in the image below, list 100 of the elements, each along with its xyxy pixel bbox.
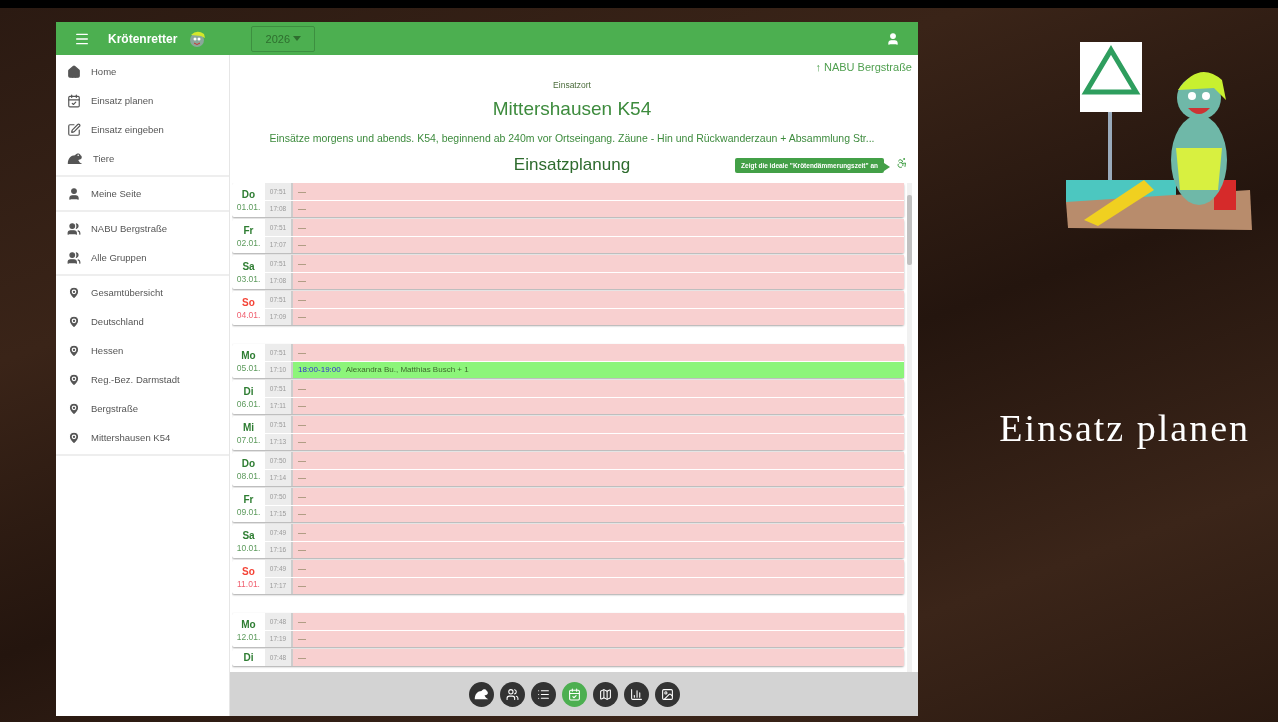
- edit-icon: [67, 122, 81, 137]
- user-icon: [67, 186, 81, 201]
- location-title: Mittershausen K54: [491, 98, 653, 120]
- nav-button[interactable]: [530, 681, 556, 707]
- empty-slot[interactable]: —: [293, 397, 904, 414]
- sidebar-item[interactable]: Deutschland: [56, 307, 229, 336]
- date: 01.01.: [236, 200, 261, 213]
- map-icon: [598, 687, 612, 701]
- date: 08.01.: [236, 469, 261, 482]
- app-title: Krötenretter: [108, 31, 178, 46]
- empty-slot[interactable]: —: [293, 469, 904, 486]
- map-pin-icon: [67, 372, 81, 387]
- date: 07.01.: [236, 433, 261, 446]
- dusk-time-button[interactable]: [896, 157, 908, 169]
- sidebar-item[interactable]: Tiere: [56, 144, 229, 173]
- sidebar-item[interactable]: Einsatz planen: [56, 86, 229, 115]
- empty-slot[interactable]: —: [293, 649, 904, 666]
- frog-icon: [67, 152, 83, 165]
- weekday: So: [242, 295, 255, 309]
- weekday: Do: [241, 187, 256, 201]
- weekday: Fr: [243, 223, 254, 237]
- frog-icon: [473, 688, 489, 700]
- nav-button[interactable]: [654, 681, 680, 707]
- empty-slot[interactable]: —: [293, 577, 904, 594]
- sidebar-item[interactable]: Home: [56, 57, 229, 86]
- map-pin-icon: [67, 343, 81, 358]
- sidebar-item[interactable]: Alle Gruppen: [56, 243, 229, 272]
- sidebar-item[interactable]: NABU Bergstraße: [56, 214, 229, 243]
- empty-slot[interactable]: —: [293, 236, 904, 253]
- empty-slot[interactable]: —: [293, 272, 904, 289]
- sidebar-item[interactable]: Gesamtübersicht: [56, 278, 229, 307]
- home-icon: [67, 64, 81, 79]
- weekday: Fr: [243, 492, 254, 506]
- weekday: Mi: [242, 420, 255, 434]
- empty-slot[interactable]: —: [293, 630, 904, 647]
- nav-button[interactable]: [623, 681, 649, 707]
- tooltip-arrow-icon: [884, 163, 890, 171]
- empty-slot[interactable]: —: [293, 291, 904, 308]
- year-select[interactable]: 2026: [251, 25, 316, 52]
- nav-button[interactable]: [499, 681, 525, 707]
- section-title: Einsatzplanung: [513, 155, 631, 176]
- sidebar-item[interactable]: Einsatz eingeben: [56, 115, 229, 144]
- empty-slot[interactable]: —: [293, 613, 904, 630]
- people-icon: [505, 687, 519, 701]
- date: 06.01.: [236, 397, 261, 410]
- group-icon: [67, 250, 81, 265]
- empty-slot[interactable]: —: [293, 433, 904, 450]
- date: 12.01.: [236, 630, 261, 643]
- booked-slot[interactable]: 18:00-19:00 Alexandra Bu., Matthias Busch + 1: [293, 361, 904, 378]
- empty-slot[interactable]: —: [293, 219, 904, 236]
- empty-slot[interactable]: —: [293, 505, 904, 522]
- date: 09.01.: [236, 505, 261, 518]
- empty-slot[interactable]: —: [293, 524, 904, 541]
- map-pin-icon: [67, 401, 81, 416]
- empty-slot[interactable]: —: [293, 380, 904, 397]
- map-pin-icon: [67, 314, 81, 329]
- weekday: Mo: [241, 617, 256, 631]
- weekday: So: [242, 564, 255, 578]
- bar-chart-icon: [629, 687, 643, 701]
- weekday: Do: [241, 456, 256, 470]
- date: 03.01.: [236, 272, 261, 285]
- slide-caption: Einsatz planen: [999, 406, 1250, 450]
- sidebar-item[interactable]: Meine Seite: [56, 179, 229, 208]
- empty-slot[interactable]: —: [293, 308, 904, 325]
- group-icon: [67, 221, 81, 236]
- sidebar-item[interactable]: Hessen: [56, 336, 229, 365]
- location-label: Einsatzort: [552, 80, 592, 90]
- caret-icon: [293, 36, 302, 41]
- empty-slot[interactable]: —: [293, 344, 904, 361]
- empty-slot[interactable]: —: [293, 452, 904, 469]
- empty-slot[interactable]: —: [293, 488, 904, 505]
- nav-button[interactable]: [468, 681, 494, 707]
- sidebar-item[interactable]: Bergstraße: [56, 394, 229, 423]
- empty-slot[interactable]: —: [293, 541, 904, 558]
- parent-group-link[interactable]: ↑ NABU Bergstraße: [815, 61, 912, 73]
- date: 02.01.: [236, 236, 261, 249]
- empty-slot[interactable]: —: [293, 183, 904, 200]
- weekday: Sa: [242, 259, 255, 273]
- empty-slot[interactable]: —: [293, 560, 904, 577]
- empty-slot[interactable]: —: [293, 416, 904, 433]
- map-pin-icon: [67, 430, 81, 445]
- user-icon[interactable]: [886, 31, 900, 46]
- image-icon: [660, 687, 674, 701]
- empty-slot[interactable]: —: [293, 200, 904, 217]
- weekday: Mo: [241, 348, 256, 362]
- calendar-icon: [567, 687, 581, 701]
- nav-button[interactable]: [592, 681, 618, 707]
- location-description: Einsätze morgens und abends. K54, beginnend ab 240m vor Ortseingang. Zäune - Hin und Rückwanderzaun + Absammlung Str...: [268, 132, 876, 144]
- weekday: Di: [243, 384, 254, 398]
- empty-slot[interactable]: —: [293, 255, 904, 272]
- list-icon: [536, 687, 550, 701]
- weekday: Di: [243, 650, 254, 664]
- calendar-icon: [67, 93, 81, 108]
- date: 05.01.: [236, 361, 261, 374]
- map-pin-icon: [67, 285, 81, 300]
- date: 11.01.: [237, 577, 260, 590]
- date: 10.01.: [236, 541, 261, 554]
- sidebar-item[interactable]: Reg.-Bez. Darmstadt: [56, 365, 229, 394]
- scrollbar[interactable]: [907, 183, 912, 672]
- sidebar-item[interactable]: Mittershausen K54: [56, 423, 229, 452]
